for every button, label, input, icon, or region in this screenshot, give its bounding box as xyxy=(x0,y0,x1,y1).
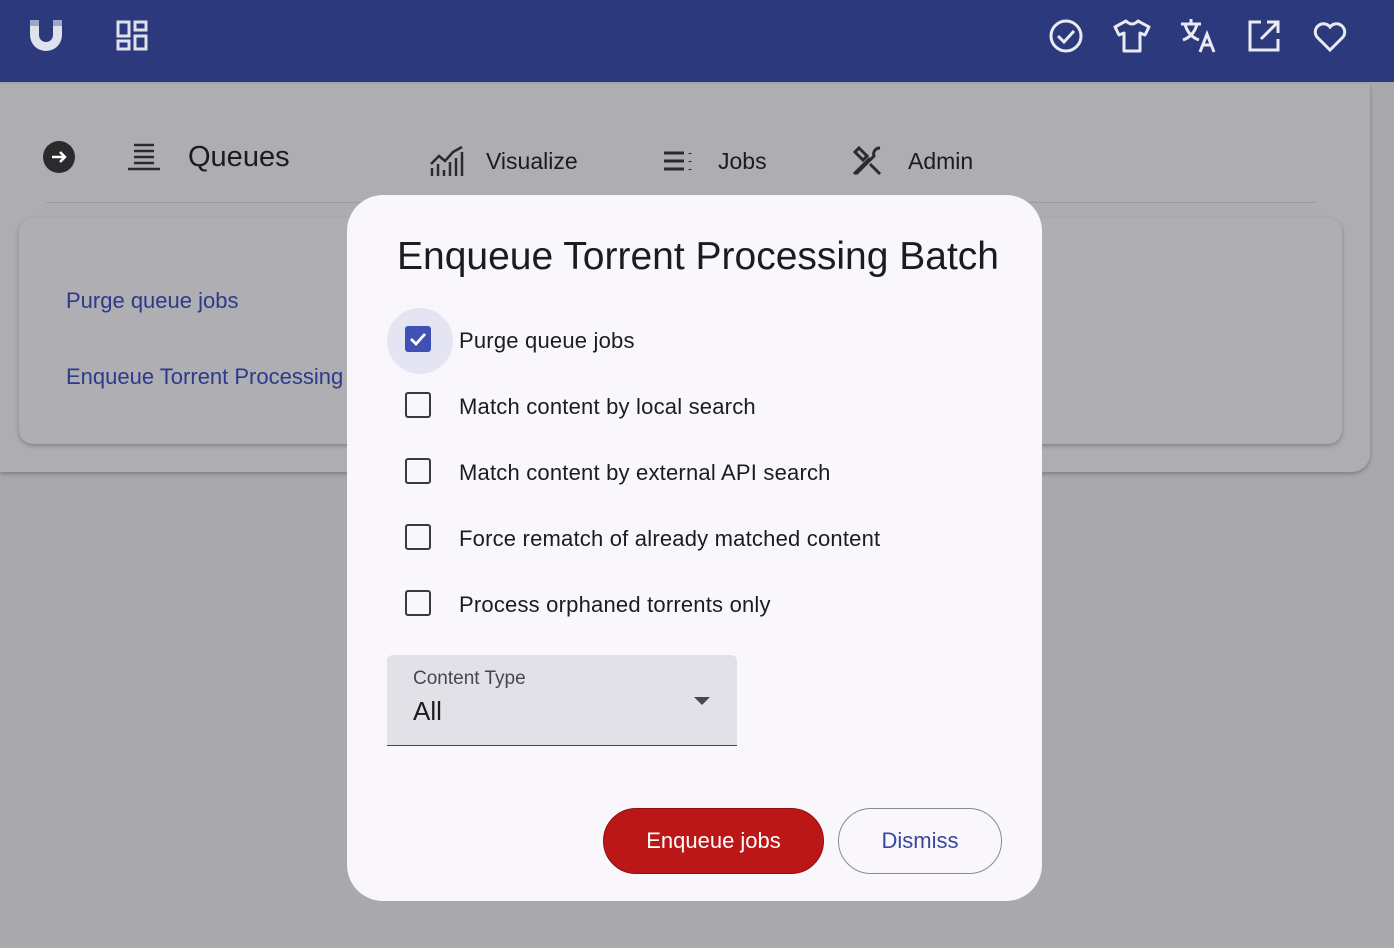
purge-queue-jobs-link[interactable]: Purge queue jobs xyxy=(66,288,238,314)
checkbox-orphaned-only[interactable] xyxy=(387,572,453,638)
tools-icon xyxy=(852,145,882,176)
magnet-icon[interactable] xyxy=(26,16,66,56)
tshirt-icon[interactable] xyxy=(1112,17,1152,55)
option-label: Force rematch of already matched content xyxy=(459,526,881,551)
checkbox-box xyxy=(405,524,431,550)
enqueue-jobs-button[interactable]: Enqueue jobs xyxy=(603,808,824,874)
checkbox-force-rematch[interactable] xyxy=(387,506,453,572)
checkbox-match-local-search[interactable] xyxy=(387,374,453,440)
option-label: Match content by local search xyxy=(459,394,756,419)
option-purge-queue-jobs[interactable]: Purge queue jobs xyxy=(387,308,987,374)
checkbox-box xyxy=(405,392,431,418)
tab-jobs-label: Jobs xyxy=(718,147,767,174)
queues-header: Queues xyxy=(42,140,290,174)
tab-jobs[interactable]: Jobs xyxy=(662,146,767,176)
content-type-value: All xyxy=(413,696,442,726)
tab-visualize[interactable]: Visualize xyxy=(428,144,578,178)
page-title: Queues xyxy=(188,140,290,173)
queue-icon xyxy=(128,143,160,171)
option-label: Match content by external API search xyxy=(459,460,831,485)
list-icon xyxy=(664,151,692,171)
checkbox-purge-queue-jobs[interactable] xyxy=(387,308,453,374)
tab-admin[interactable]: Admin xyxy=(850,144,973,178)
checkbox-match-external-api[interactable] xyxy=(387,440,453,506)
dismiss-button[interactable]: Dismiss xyxy=(838,808,1002,874)
top-app-bar xyxy=(0,0,1394,82)
content-type-select[interactable]: Content Type All xyxy=(387,655,737,746)
heart-icon[interactable] xyxy=(1310,17,1350,55)
option-force-rematch[interactable]: Force rematch of already matched content xyxy=(387,506,987,572)
dropdown-arrow-icon xyxy=(694,697,710,705)
option-label: Process orphaned torrents only xyxy=(459,592,771,617)
checkbox-box xyxy=(405,326,431,352)
option-match-external-api[interactable]: Match content by external API search xyxy=(387,440,987,506)
dashboard-icon[interactable] xyxy=(114,18,150,54)
check-circle-icon[interactable] xyxy=(1047,17,1085,55)
content-type-label: Content Type xyxy=(413,668,526,689)
chart-icon xyxy=(430,145,464,176)
tab-admin-label: Admin xyxy=(908,147,974,174)
option-label: Purge queue jobs xyxy=(459,328,635,353)
open-external-icon[interactable] xyxy=(1245,17,1283,55)
check-icon xyxy=(410,333,427,347)
checkbox-box xyxy=(405,458,431,484)
tab-visualize-label: Visualize xyxy=(486,147,578,174)
enqueue-dialog: Enqueue Torrent Processing Batch Purge q… xyxy=(347,195,1042,901)
translate-icon[interactable] xyxy=(1178,16,1218,56)
checkbox-box xyxy=(405,590,431,616)
option-orphaned-only[interactable]: Process orphaned torrents only xyxy=(387,572,987,638)
arrow-circle-icon[interactable] xyxy=(42,140,76,174)
option-match-local-search[interactable]: Match content by local search xyxy=(387,374,987,440)
dialog-title: Enqueue Torrent Processing Batch xyxy=(397,235,999,278)
